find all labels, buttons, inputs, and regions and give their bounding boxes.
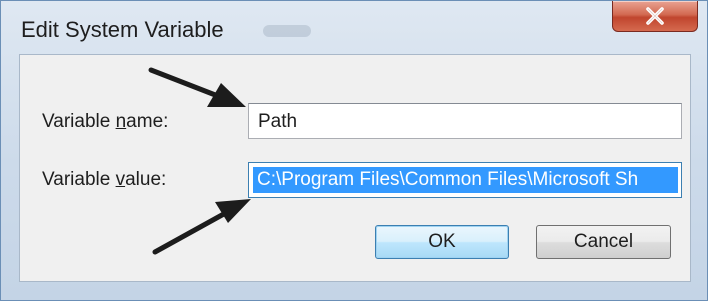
arrow-to-name-field bbox=[148, 67, 246, 107]
arrow-to-value-field bbox=[152, 199, 251, 255]
annotation-arrows bbox=[148, 67, 251, 255]
dialog-window: Edit System Variable Variable name: Path… bbox=[0, 0, 708, 301]
